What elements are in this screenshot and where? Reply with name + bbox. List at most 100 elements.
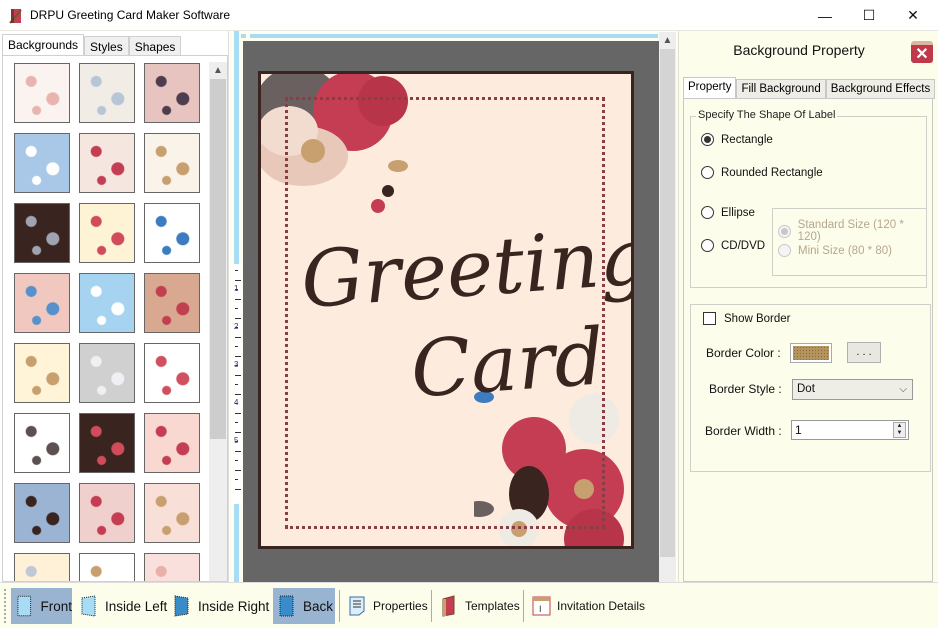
minimize-button[interactable]: — bbox=[802, 0, 848, 31]
tab-background-effects[interactable]: Background Effects bbox=[825, 79, 936, 99]
properties-icon bbox=[349, 596, 365, 616]
maximize-button[interactable]: ☐ bbox=[846, 0, 892, 31]
ruler-number: 3 bbox=[234, 360, 239, 369]
scroll-up-icon[interactable]: ▲ bbox=[659, 32, 676, 49]
templates-button[interactable]: Templates bbox=[435, 588, 520, 624]
property-tab-content: Specify The Shape Of Label Rectangle Rou… bbox=[683, 98, 933, 582]
close-window-button[interactable]: ✕ bbox=[890, 0, 936, 31]
ruler-tick bbox=[235, 393, 241, 395]
gallery-scrollbar[interactable]: ▲ bbox=[209, 62, 227, 581]
front-button[interactable]: Front bbox=[11, 588, 72, 624]
radio-ellipse[interactable]: Ellipse bbox=[701, 206, 755, 219]
button-label: Back bbox=[303, 598, 334, 614]
background-thumbnail-stripes-pastel[interactable] bbox=[14, 553, 70, 581]
back-button[interactable]: Back bbox=[273, 588, 335, 624]
background-thumbnail-red-hearts[interactable] bbox=[144, 413, 200, 473]
tab-backgrounds[interactable]: Backgrounds bbox=[2, 34, 85, 57]
radio-label: Mini Size (80 * 80) bbox=[798, 244, 892, 257]
greeting-card[interactable]: Greeting Card bbox=[258, 71, 634, 549]
radio-label: Ellipse bbox=[721, 206, 755, 219]
title-bar: DRPU Greeting Card Maker Software — ☐ ✕ bbox=[0, 0, 938, 31]
scrollbar-thumb[interactable] bbox=[210, 79, 226, 439]
background-thumbnail-baby-toys[interactable] bbox=[79, 63, 135, 123]
tab-styles[interactable]: Styles bbox=[84, 36, 129, 57]
radio-rounded-rectangle[interactable]: Rounded Rectangle bbox=[701, 166, 823, 179]
card-title-line2[interactable]: Card bbox=[408, 312, 607, 415]
border-group: Show Border Border Color : . . . Border … bbox=[690, 304, 931, 472]
scroll-up-icon[interactable]: ▲ bbox=[209, 62, 227, 79]
background-thumbnail-strawberries[interactable] bbox=[79, 133, 135, 193]
background-thumbnail-santa-blue[interactable] bbox=[14, 483, 70, 543]
border-width-label: Border Width : bbox=[705, 424, 782, 438]
background-thumbnail-pink-lace[interactable] bbox=[144, 553, 200, 581]
background-thumbnail-clouds[interactable] bbox=[14, 133, 70, 193]
minimize-icon: — bbox=[818, 7, 832, 24]
border-style-label: Border Style : bbox=[709, 382, 782, 396]
background-thumbnail-circles-tan[interactable] bbox=[144, 273, 200, 333]
ruler-number: 1 bbox=[234, 284, 239, 293]
color-picker-button[interactable]: . . . bbox=[847, 342, 881, 363]
border-color-swatch[interactable] bbox=[790, 343, 832, 363]
ruler-tick bbox=[235, 346, 238, 347]
background-thumbnail-blue-flowers[interactable] bbox=[14, 273, 70, 333]
ruler-tick bbox=[235, 412, 241, 414]
background-thumbnail-baby-pattern[interactable] bbox=[14, 63, 70, 123]
svg-text:I: I bbox=[539, 604, 542, 614]
background-thumbnail-snowflakes[interactable] bbox=[79, 273, 135, 333]
background-thumbnail-gifts[interactable] bbox=[144, 203, 200, 263]
ruler-tick bbox=[235, 384, 238, 385]
ruler-number: 5 bbox=[234, 436, 239, 445]
background-thumbnail-floral-dark[interactable] bbox=[144, 63, 200, 123]
button-label: Invitation Details bbox=[557, 599, 646, 613]
radio-mini-size[interactable]: Mini Size (80 * 80) bbox=[778, 244, 892, 257]
canvas-scrollbar[interactable]: ▲ bbox=[659, 32, 676, 582]
checkbox-label: Show Border bbox=[724, 312, 791, 325]
ruler-tick bbox=[235, 469, 241, 471]
inside-left-button[interactable]: Inside Left bbox=[75, 588, 167, 624]
property-panel: Background Property ✕ Property Fill Back… bbox=[678, 31, 938, 582]
spin-value: 1 bbox=[795, 423, 802, 437]
maximize-icon: ☐ bbox=[862, 7, 876, 23]
background-thumbnail-ornaments[interactable] bbox=[14, 413, 70, 473]
background-thumbnail-christmas-trees[interactable] bbox=[14, 343, 70, 403]
background-thumbnail-pink-dots[interactable] bbox=[79, 483, 135, 543]
properties-button[interactable]: Properties bbox=[343, 588, 428, 624]
radio-cd-dvd[interactable]: CD/DVD bbox=[701, 239, 765, 252]
radio-rectangle[interactable]: Rectangle bbox=[701, 133, 773, 146]
background-thumbnail-fireworks-dark[interactable] bbox=[79, 413, 135, 473]
ruler-tick bbox=[235, 279, 241, 281]
property-tabs: Property Fill Background Background Effe… bbox=[683, 77, 936, 99]
window-title: DRPU Greeting Card Maker Software bbox=[30, 8, 231, 22]
invitation-details-button[interactable]: I Invitation Details bbox=[527, 588, 645, 624]
show-border-checkbox[interactable]: Show Border bbox=[703, 312, 790, 325]
horizontal-ruler-strip bbox=[250, 34, 658, 38]
ruler-tick bbox=[235, 431, 241, 433]
tab-shapes[interactable]: Shapes bbox=[128, 36, 182, 57]
tab-property[interactable]: Property bbox=[683, 77, 737, 99]
background-thumbnail-candy-dots[interactable] bbox=[79, 203, 135, 263]
spinner-arrows-icon[interactable]: ▲ ▼ bbox=[893, 422, 906, 438]
toolbar-grip[interactable] bbox=[4, 589, 6, 623]
tab-fill-background[interactable]: Fill Background bbox=[736, 79, 826, 99]
background-thumbnail-stars-tan[interactable] bbox=[144, 483, 200, 543]
background-thumbnail-kids-doodles[interactable] bbox=[144, 343, 200, 403]
toolbar-separator bbox=[339, 590, 340, 622]
scrollbar-thumb[interactable] bbox=[660, 49, 675, 557]
background-thumbnail-heart-grey[interactable] bbox=[79, 343, 135, 403]
button-label: Inside Right bbox=[198, 598, 270, 614]
card-canvas[interactable]: Greeting Card bbox=[243, 41, 659, 582]
design-area: 12345 Greeting Card ▲ bbox=[230, 31, 678, 582]
close-panel-button[interactable]: ✕ bbox=[911, 41, 933, 63]
background-thumbnail-berries-tan[interactable] bbox=[144, 133, 200, 193]
background-thumbnail-teddy-bear[interactable] bbox=[79, 553, 135, 581]
front-page-icon bbox=[17, 595, 32, 617]
left-panel: Backgrounds Styles Shapes ▲ bbox=[0, 31, 229, 582]
panel-title: Background Property bbox=[733, 42, 865, 58]
radio-standard-size[interactable]: Standard Size (120 * 120) bbox=[778, 219, 926, 243]
shape-group-legend: Specify The Shape Of Label bbox=[696, 109, 838, 121]
inside-right-button[interactable]: Inside Right bbox=[168, 588, 269, 624]
border-width-input[interactable]: 1 ▲ ▼ bbox=[791, 420, 909, 440]
background-thumbnail-hearts-dark[interactable] bbox=[14, 203, 70, 263]
button-label: Properties bbox=[373, 599, 428, 613]
border-style-select[interactable]: Dot ⌵ bbox=[792, 379, 913, 400]
